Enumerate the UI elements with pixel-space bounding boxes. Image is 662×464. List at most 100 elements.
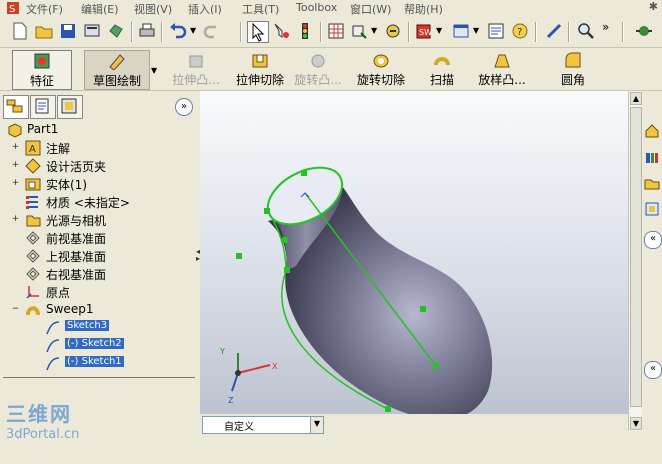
sketch-tab-button[interactable]: 草图绘制 xyxy=(84,50,150,90)
lights-cameras-icon xyxy=(26,215,41,227)
tab-feature-tree[interactable] xyxy=(3,95,29,119)
sketch-point[interactable] xyxy=(236,253,242,259)
view-window-icon[interactable] xyxy=(451,21,471,41)
svg-text:S: S xyxy=(9,4,15,15)
select-pointer-icon[interactable] xyxy=(247,21,269,43)
open-folder-icon[interactable] xyxy=(34,21,54,41)
file-explorer-icon[interactable] xyxy=(644,175,660,191)
sketch-point[interactable] xyxy=(282,237,288,243)
view-orientation-select[interactable]: 自定义 ▼ xyxy=(202,416,324,434)
menu-tools[interactable]: 工具(T) xyxy=(242,1,279,17)
tree-root[interactable]: Part1 xyxy=(3,121,195,139)
select-filter-icon[interactable] xyxy=(271,21,291,41)
sketch-point[interactable] xyxy=(284,267,290,273)
sketch1-icon xyxy=(46,357,60,371)
top-plane-icon xyxy=(26,249,40,263)
print-preview-icon[interactable] xyxy=(82,21,102,41)
loft-icon xyxy=(494,54,510,68)
print-icon[interactable] xyxy=(137,21,157,41)
menu-help[interactable]: 帮助(H) xyxy=(404,1,443,17)
sketch-point[interactable] xyxy=(385,406,391,412)
menu-window[interactable]: 窗口(W) xyxy=(350,1,391,17)
tree-item-sketch3[interactable]: Sketch3 xyxy=(3,319,195,337)
help-icon[interactable]: ? xyxy=(510,21,530,41)
scroll-up-icon[interactable]: ▲ xyxy=(630,92,642,105)
extrude-cut-button[interactable]: 拉伸切除 xyxy=(232,50,288,88)
save-icon[interactable] xyxy=(58,21,78,41)
new-document-icon[interactable] xyxy=(10,21,30,41)
menu-file[interactable]: 文件(F) xyxy=(26,1,63,17)
sketch-dropdown-icon[interactable]: ▼ xyxy=(151,66,157,75)
menu-edit[interactable]: 编辑(E) xyxy=(81,1,119,17)
sweep-button[interactable]: 扫描 xyxy=(424,50,460,88)
tab-configuration-manager[interactable] xyxy=(57,95,83,119)
addin-icon[interactable] xyxy=(634,21,654,41)
sketch3-icon xyxy=(46,321,60,335)
tree-item-lights-cameras[interactable]: + 光源与相机 xyxy=(3,211,195,229)
tree-item-solid-bodies[interactable]: + 实体(1) xyxy=(3,175,195,193)
collapse-panel-icon[interactable]: » xyxy=(175,98,193,116)
menu-toolbox[interactable]: Toolbox xyxy=(296,1,337,14)
appearance-icon[interactable]: SW xyxy=(414,21,434,41)
tree-item-top-plane[interactable]: 上视基准面 xyxy=(3,247,195,265)
snap-dropdown-icon[interactable]: ▼ xyxy=(371,26,377,35)
tree-item-design-binder[interactable]: + 设计活页夹 xyxy=(3,157,195,175)
triad-x-label: X xyxy=(272,362,278,371)
snap-icon[interactable] xyxy=(350,21,370,41)
expand-task-pane-lower-icon[interactable]: « xyxy=(644,361,662,379)
tree-item-material[interactable]: 材质 <未指定> xyxy=(3,193,195,211)
svg-text:?: ? xyxy=(517,27,522,38)
design-library-icon[interactable] xyxy=(644,149,660,165)
options-icon[interactable] xyxy=(383,21,403,41)
appearance-dropdown-icon[interactable]: ▼ xyxy=(436,26,442,35)
tree-item-origin[interactable]: 原点 xyxy=(3,283,195,301)
feature-manager-tabs: » xyxy=(3,95,193,119)
sketch-point[interactable] xyxy=(433,363,439,369)
tree-item-front-plane[interactable]: 前视基准面 xyxy=(3,229,195,247)
revolve-cut-button[interactable]: 旋转切除 xyxy=(353,50,409,88)
pin-icon[interactable]: ✱ xyxy=(649,0,658,13)
sketch-point[interactable] xyxy=(264,208,270,214)
grid-icon[interactable] xyxy=(326,21,346,41)
extrude-boss-button[interactable]: 拉伸凸... xyxy=(168,50,224,88)
properties-icon[interactable] xyxy=(486,21,506,41)
tree-item-right-plane[interactable]: 右视基准面 xyxy=(3,265,195,283)
traffic-light-icon[interactable] xyxy=(295,21,315,41)
sketch-point[interactable] xyxy=(420,306,426,312)
tree-item-sweep1[interactable]: − Sweep1 xyxy=(3,301,195,319)
feature-icon xyxy=(34,53,50,69)
undo-dropdown-icon[interactable]: ▼ xyxy=(190,26,196,35)
zoom-icon[interactable] xyxy=(576,21,596,41)
fillet-icon xyxy=(565,52,581,68)
part-model[interactable]: Y Z X xyxy=(200,91,628,431)
sketch-point[interactable] xyxy=(301,170,307,176)
app-logo-icon: S xyxy=(6,1,20,18)
tab-property-manager[interactable] xyxy=(30,95,56,119)
menu-view[interactable]: 视图(V) xyxy=(134,1,172,17)
tree-item-sketch1[interactable]: (-) Sketch1 xyxy=(3,355,195,373)
rebuild-icon[interactable] xyxy=(106,21,126,41)
scroll-thumb[interactable] xyxy=(630,107,642,407)
menu-insert[interactable]: 插入(I) xyxy=(188,1,222,17)
fillet-button[interactable]: 圆角 xyxy=(555,50,591,88)
graphics-viewport[interactable]: Y Z X xyxy=(200,91,628,431)
sweep-icon xyxy=(434,57,450,66)
scroll-down-icon[interactable]: ▼ xyxy=(630,417,642,430)
redo-icon[interactable] xyxy=(202,21,222,41)
view-window-dropdown-icon[interactable]: ▼ xyxy=(473,26,479,35)
view-palette-icon[interactable] xyxy=(644,201,660,217)
chevron-down-icon[interactable]: ▼ xyxy=(310,417,323,433)
tree-item-annotations[interactable]: + A 注解 xyxy=(3,139,195,157)
feature-tab-button[interactable]: 特征 xyxy=(12,50,72,90)
home-icon[interactable] xyxy=(644,123,660,139)
revolve-boss-icon xyxy=(311,54,325,68)
loft-button[interactable]: 放样凸... xyxy=(472,50,532,88)
tree-item-sketch2[interactable]: (-) Sketch2 xyxy=(3,337,195,355)
configuration-manager-icon xyxy=(61,98,77,114)
expand-task-pane-icon[interactable]: « xyxy=(644,231,662,249)
toolbar-overflow-icon[interactable]: » xyxy=(602,20,609,34)
measure-icon[interactable] xyxy=(544,21,564,41)
viewport-scrollbar[interactable]: ▲ ▼ xyxy=(628,91,643,431)
undo-icon[interactable] xyxy=(168,21,188,41)
revolve-boss-button[interactable]: 旋转凸... xyxy=(290,50,346,88)
